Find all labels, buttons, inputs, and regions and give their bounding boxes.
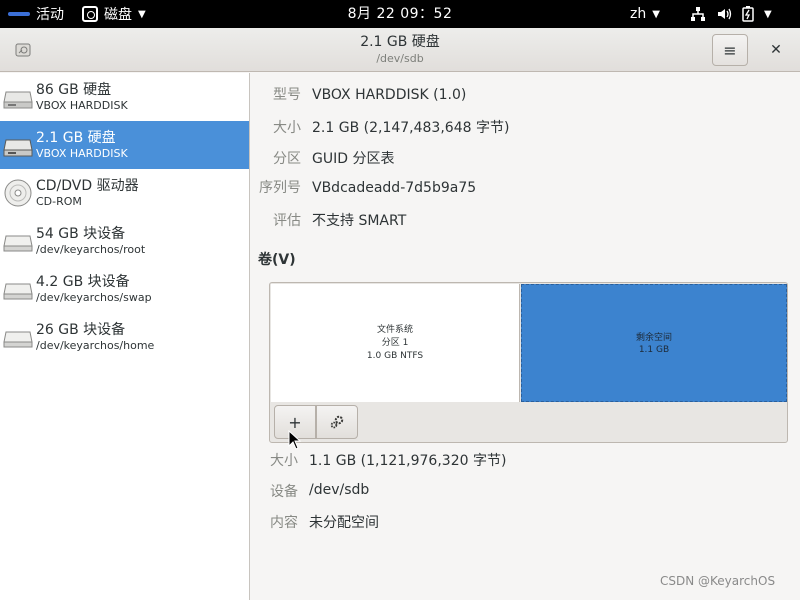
sidebar-item-name: 54 GB 块设备: [36, 226, 126, 242]
input-method-label: zh: [630, 6, 647, 22]
window-subtitle: /dev/sdb: [376, 52, 424, 65]
sidebar-item-name: 2.1 GB 硬盘: [36, 130, 116, 146]
chevron-down-icon: ▼: [652, 8, 660, 20]
volumes-grid: 文件系统 分区 1 1.0 GB NTFS 剩余空间 1.1 GB +: [269, 282, 788, 443]
assessment-label: 评估: [273, 213, 301, 229]
sidebar-item-name: 4.2 GB 块设备: [36, 274, 130, 290]
model-label: 型号: [273, 87, 301, 103]
sidebar-item-sub: /dev/keyarchos/root: [36, 243, 146, 256]
sidebar-item-sub: /dev/keyarchos/swap: [36, 291, 152, 304]
optical-disc-icon: [4, 179, 32, 207]
block-device-icon: [3, 283, 33, 300]
volume-free-space[interactable]: 剩余空间 1.1 GB: [521, 284, 787, 402]
size-value: 2.1 GB (2,147,483,648 字节): [312, 120, 510, 136]
sidebar-item-root-block[interactable]: 54 GB 块设备 /dev/keyarchos/root: [0, 217, 249, 265]
top-bar: 活动 磁盘 ▼ 8月 22 09：52 zh ▼ ▼: [0, 0, 800, 28]
partition-options-button[interactable]: [316, 405, 358, 439]
clock[interactable]: 8月 22 09：52: [348, 6, 453, 22]
input-method-menu[interactable]: zh ▼: [630, 0, 660, 28]
activities-label: 活动: [36, 7, 64, 23]
volume-icon: [718, 8, 732, 20]
close-icon: ✕: [770, 42, 782, 58]
window-title: 2.1 GB 硬盘: [360, 34, 440, 50]
disks-app-icon: [82, 6, 98, 22]
block-device-icon: [3, 331, 33, 348]
chevron-down-icon: ▼: [764, 8, 772, 20]
distro-logo-icon: [8, 12, 30, 16]
sidebar-item-sub: /dev/keyarchos/home: [36, 339, 155, 352]
block-device-icon: [3, 235, 33, 252]
contents-label: 内容: [270, 515, 298, 531]
serial-value: VBdcadeadd-7d5b9a75: [312, 180, 477, 196]
sidebar-item-cdrom[interactable]: CD/DVD 驱动器 CD-ROM: [0, 169, 249, 217]
app-menu-label: 磁盘: [104, 7, 132, 23]
sidebar-item-name: CD/DVD 驱动器: [36, 178, 139, 194]
sidebar-item-sub: VBOX HARDDISK: [36, 99, 128, 112]
device-sidebar: 86 GB 硬盘 VBOX HARDDISK 2.1 GB 硬盘 VBOX HA…: [0, 73, 250, 600]
system-tray[interactable]: ▼: [690, 0, 772, 28]
header-bar: 2.1 GB 硬盘 /dev/sdb ≡ ✕: [0, 28, 800, 72]
chevron-down-icon: ▼: [138, 8, 146, 20]
volume-fs-size: 1.0 GB NTFS: [366, 351, 424, 361]
volume-fs-type: 文件系统: [376, 325, 413, 335]
hamburger-icon: ≡: [723, 40, 737, 60]
drive-menu-button[interactable]: ≡: [712, 34, 748, 66]
battery-icon: [742, 6, 754, 22]
drive-details: 型号 VBOX HARDDISK (1.0) 大小 2.1 GB (2,147,…: [251, 73, 800, 600]
selected-size-value: 1.1 GB (1,121,976,320 字节): [309, 453, 507, 469]
gears-icon: [330, 415, 344, 429]
sidebar-item-86gb-harddisk[interactable]: 86 GB 硬盘 VBOX HARDDISK: [0, 73, 249, 121]
watermark: CSDN @KeyarchOS: [660, 574, 776, 588]
volume-partition-1[interactable]: 文件系统 分区 1 1.0 GB NTFS: [271, 284, 520, 402]
assessment-value: 不支持 SMART: [312, 213, 407, 229]
network-icon: [691, 7, 705, 21]
sidebar-item-2gb-harddisk[interactable]: 2.1 GB 硬盘 VBOX HARDDISK: [0, 121, 249, 169]
volumes-title: 卷(V): [258, 252, 296, 268]
serial-label: 序列号: [259, 180, 301, 196]
harddisk-icon: [3, 139, 33, 157]
sidebar-item-swap-block[interactable]: 4.2 GB 块设备 /dev/keyarchos/swap: [0, 265, 249, 313]
harddisk-icon: [3, 91, 33, 109]
size-label: 大小: [273, 120, 301, 136]
contents-value: 未分配空间: [309, 515, 379, 531]
sidebar-item-sub: CD-ROM: [36, 195, 82, 208]
sidebar-item-name: 86 GB 硬盘: [36, 82, 112, 98]
sidebar-item-home-block[interactable]: 26 GB 块设备 /dev/keyarchos/home: [0, 313, 249, 361]
sidebar-item-name: 26 GB 块设备: [36, 322, 126, 338]
partitioning-value: GUID 分区表: [312, 151, 395, 167]
selected-size-label: 大小: [270, 453, 298, 469]
volume-free-size: 1.1 GB: [638, 345, 670, 355]
model-value: VBOX HARDDISK (1.0): [312, 87, 467, 103]
activities-button[interactable]: 活动: [8, 0, 64, 28]
volume-fs-name: 分区 1: [381, 338, 409, 348]
sidebar-item-sub: VBOX HARDDISK: [36, 147, 128, 160]
mouse-pointer-icon: [288, 430, 302, 450]
app-menu[interactable]: 磁盘 ▼: [82, 0, 146, 28]
device-value: /dev/sdb: [309, 482, 370, 498]
volume-free-label: 剩余空间: [635, 333, 672, 343]
close-button[interactable]: ✕: [762, 36, 790, 64]
plus-icon: +: [288, 412, 302, 432]
partitioning-label: 分区: [273, 151, 301, 167]
device-label: 设备: [270, 484, 298, 500]
